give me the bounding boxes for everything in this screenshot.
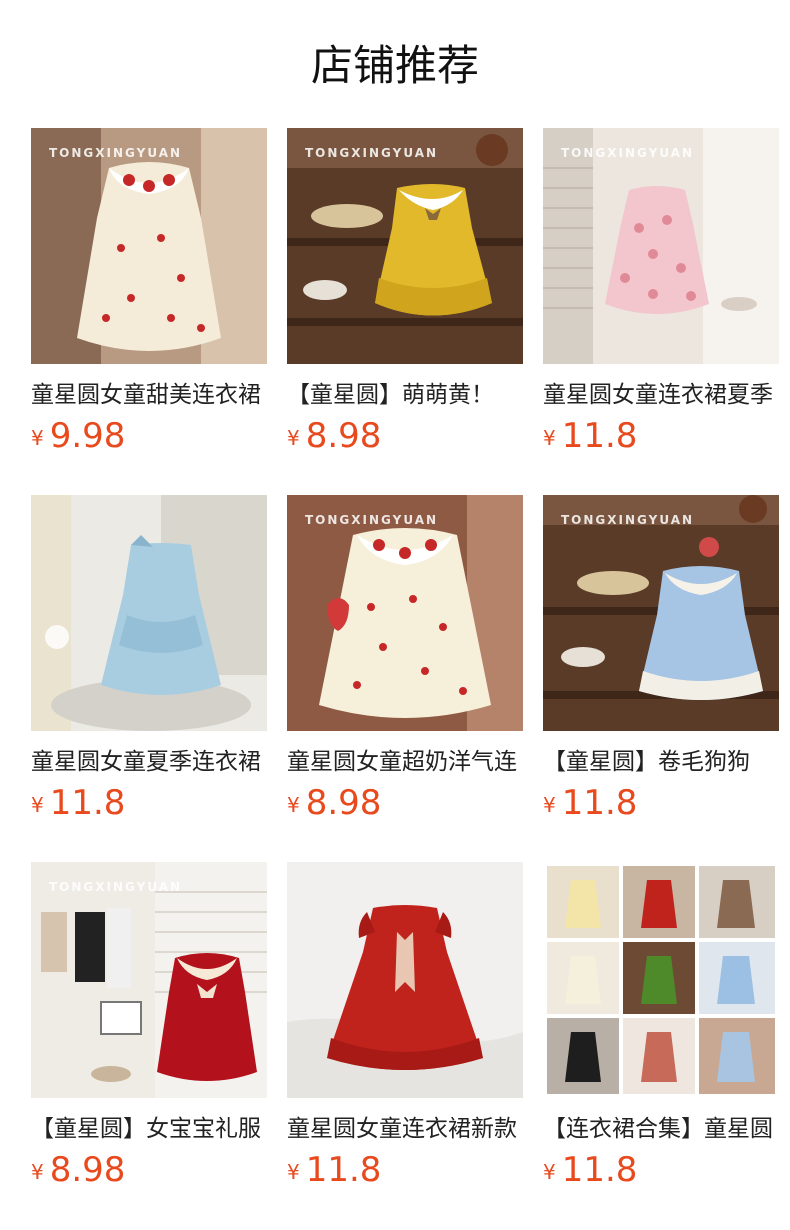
product-title[interactable]: 童星圆女童甜美连衣裙 <box>31 380 267 410</box>
product-card[interactable]: TONGXINGYUAN 【童星圆】萌萌黄！ ¥8.98 <box>287 128 523 495</box>
product-image[interactable]: TONGXINGYUAN <box>287 128 523 364</box>
currency-symbol: ¥ <box>287 1160 300 1184</box>
watermark: TONGXINGYUAN <box>561 146 695 160</box>
product-price: ¥11.8 <box>543 783 779 823</box>
currency-symbol: ¥ <box>543 1160 556 1184</box>
product-image[interactable]: TONGXINGYUAN <box>31 128 267 364</box>
product-card[interactable]: TONGXINGYUAN 【童星圆】卷毛狗狗 ¥11.8 <box>543 495 779 862</box>
product-card[interactable]: TONGXINGYUAN 童星圆女童连衣裙夏季 ¥11.8 <box>543 128 779 495</box>
product-card[interactable]: 童星圆女童夏季连衣裙 ¥11.8 <box>31 495 267 862</box>
price-value: 11.8 <box>49 783 126 823</box>
currency-symbol: ¥ <box>287 793 300 817</box>
price-value: 11.8 <box>561 1150 638 1190</box>
price-value: 11.8 <box>561 783 638 823</box>
watermark: TONGXINGYUAN <box>305 513 439 527</box>
product-image[interactable]: TONGXINGYUAN <box>31 862 267 1098</box>
price-value: 11.8 <box>561 416 638 456</box>
price-value: 8.98 <box>49 1150 126 1190</box>
watermark: TONGXINGYUAN <box>561 513 695 527</box>
price-value: 8.98 <box>305 783 382 823</box>
product-grid: TONGXINGYUAN 童星圆女童甜美连衣裙 ¥9.98 TONGXINGYU… <box>31 128 779 1229</box>
product-title[interactable]: 【童星圆】卷毛狗狗 <box>543 747 779 777</box>
product-title[interactable]: 童星圆女童超奶洋气连 <box>287 747 523 777</box>
product-title[interactable]: 【童星圆】女宝宝礼服 <box>31 1114 267 1144</box>
watermark: TONGXINGYUAN <box>49 880 183 894</box>
product-image[interactable] <box>31 495 267 731</box>
product-price: ¥11.8 <box>543 416 779 456</box>
product-image[interactable]: TONGXINGYUAN <box>543 495 779 731</box>
product-price: ¥8.98 <box>287 783 523 823</box>
currency-symbol: ¥ <box>287 426 300 450</box>
product-title[interactable]: 童星圆女童夏季连衣裙 <box>31 747 267 777</box>
product-title[interactable]: 童星圆女童连衣裙夏季 <box>543 380 779 410</box>
product-title[interactable]: 童星圆女童连衣裙新款 <box>287 1114 523 1144</box>
product-price: ¥8.98 <box>31 1150 267 1190</box>
watermark: TONGXINGYUAN <box>49 146 183 160</box>
product-title[interactable]: 【童星圆】萌萌黄！ <box>287 380 523 410</box>
product-price: ¥9.98 <box>31 416 267 456</box>
product-card[interactable]: 【连衣裙合集】童星圆 ¥11.8 <box>543 862 779 1229</box>
product-price: ¥11.8 <box>31 783 267 823</box>
page-title: 店铺推荐 <box>310 41 479 90</box>
currency-symbol: ¥ <box>31 426 44 450</box>
currency-symbol: ¥ <box>31 1160 44 1184</box>
product-card[interactable]: TONGXINGYUAN 【童星圆】女宝宝礼服 ¥8.98 <box>31 862 267 1229</box>
product-price: ¥8.98 <box>287 416 523 456</box>
product-card[interactable]: TONGXINGYUAN 童星圆女童超奶洋气连 ¥8.98 <box>287 495 523 862</box>
price-value: 9.98 <box>49 416 126 456</box>
product-image[interactable]: TONGXINGYUAN <box>543 128 779 364</box>
currency-symbol: ¥ <box>543 426 556 450</box>
currency-symbol: ¥ <box>31 793 44 817</box>
product-card[interactable]: 童星圆女童连衣裙新款 ¥11.8 <box>287 862 523 1229</box>
price-value: 11.8 <box>305 1150 382 1190</box>
product-title[interactable]: 【连衣裙合集】童星圆 <box>543 1114 779 1144</box>
currency-symbol: ¥ <box>543 793 556 817</box>
product-image[interactable] <box>543 862 779 1098</box>
product-card[interactable]: TONGXINGYUAN 童星圆女童甜美连衣裙 ¥9.98 <box>31 128 267 495</box>
product-price: ¥11.8 <box>287 1150 523 1190</box>
product-image[interactable]: TONGXINGYUAN <box>287 495 523 731</box>
price-value: 8.98 <box>305 416 382 456</box>
product-price: ¥11.8 <box>543 1150 779 1190</box>
watermark: TONGXINGYUAN <box>305 146 439 160</box>
product-image[interactable] <box>287 862 523 1098</box>
